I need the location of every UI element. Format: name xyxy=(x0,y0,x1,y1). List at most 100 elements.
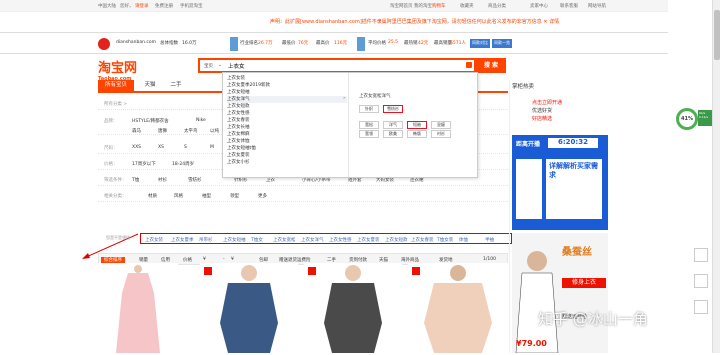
suggestion-grid-cell[interactable]: 洋气 xyxy=(383,121,403,129)
network-meter[interactable]: 41% xyxy=(676,108,698,130)
related-item[interactable]: 上衣女短袖 xyxy=(223,237,246,243)
suggestion-grid-cell[interactable]: 衬衫 xyxy=(431,130,451,138)
related-item[interactable]: 上衣女夏季 xyxy=(171,237,194,243)
suggestion-grid-cell[interactable]: 欧美 xyxy=(383,130,403,138)
filter-option[interactable]: 材质 xyxy=(148,193,157,199)
tab-tmall[interactable]: 天猫 xyxy=(140,80,160,91)
sidebar-live-ad[interactable]: 距离开播 6:20:32 详解解析买家需求 xyxy=(512,135,608,230)
camera-icon[interactable] xyxy=(466,62,472,68)
extension-site[interactable]: dianshanban.com xyxy=(116,40,156,45)
home-link[interactable]: 淘宝网首页 xyxy=(390,3,413,9)
filter-option[interactable]: 唐狮 xyxy=(158,128,167,134)
related-item[interactable]: T恤女装 xyxy=(437,237,453,243)
favorites-link[interactable]: 收藏夹 xyxy=(460,3,474,9)
list-button[interactable]: 同款一览 xyxy=(492,39,512,48)
tab-second-hand[interactable]: 二手 xyxy=(166,80,186,91)
mobile-link[interactable]: 手机逛淘宝 xyxy=(180,3,203,9)
filter-option[interactable]: 风格 xyxy=(174,193,183,199)
suggestion-item[interactable]: 上衣女短款 xyxy=(227,103,347,110)
service-link[interactable]: 联系客服 xyxy=(560,3,578,9)
scrollbar-thumb[interactable] xyxy=(714,10,720,60)
related-item[interactable]: 半袖 xyxy=(485,237,494,243)
categories-link[interactable]: 商品分类 xyxy=(488,3,506,9)
taobao-logo[interactable]: 淘宝网 Taobao.com xyxy=(98,57,137,82)
related-item[interactable]: 上衣女洋气 xyxy=(301,237,324,243)
filter-option[interactable]: XXS xyxy=(132,145,141,150)
seller-center-link[interactable]: 卖家中心 xyxy=(530,3,548,9)
tab-all[interactable]: 所有宝贝 xyxy=(98,80,134,91)
product-card[interactable] xyxy=(304,263,402,353)
feedback-icon[interactable] xyxy=(694,274,708,288)
filter-label[interactable]: 所有分类 > xyxy=(104,101,127,107)
suggestion-grid-cell[interactable]: 短袖 xyxy=(407,121,427,129)
suggestion-grid-cell[interactable]: 韩版 xyxy=(407,130,427,138)
scrollbar[interactable] xyxy=(712,0,720,353)
related-item[interactable]: 上衣女性感 xyxy=(329,237,352,243)
filter-option[interactable]: HSTYLE/韩都衣舍 xyxy=(132,118,169,124)
product-card[interactable] xyxy=(408,263,508,353)
suggestion-grid-cell[interactable]: 宽松 xyxy=(359,121,379,129)
site-nav-link[interactable]: 网站导航 xyxy=(588,3,606,9)
product-card[interactable] xyxy=(98,263,178,353)
suggestion-item[interactable]: 上衣女短袖t恤 xyxy=(227,145,347,152)
suggestion-item[interactable]: 上衣女长袖 xyxy=(227,124,347,131)
login-link[interactable]: 请登录 xyxy=(135,3,149,9)
filter-option[interactable]: 太平鸟 xyxy=(184,128,198,134)
related-item[interactable]: T恤女 xyxy=(251,237,263,243)
related-item[interactable]: 上衣女夏装 xyxy=(357,237,380,243)
extension-bar: dianshanban.com 总体指数 16.0万 行业排名 26.7万 最低… xyxy=(0,32,712,54)
suggestion-grid-cell[interactable]: 宽领 xyxy=(359,130,379,138)
register-link[interactable]: 免费注册 xyxy=(155,3,173,9)
related-item[interactable]: 上衣女宽松 xyxy=(273,237,296,243)
suggestion-item[interactable]: 上衣女体恤 xyxy=(227,138,347,145)
related-item[interactable]: 上衣女短款 xyxy=(385,237,408,243)
filter-option[interactable]: 袖型 xyxy=(202,193,211,199)
suggestion-item[interactable]: 上衣女春装 xyxy=(227,117,347,124)
suggestion-grid-cell[interactable]: 显瘦 xyxy=(431,121,451,129)
related-item[interactable]: 吊带衫 xyxy=(199,237,213,243)
suggestion-tag[interactable]: 针织 xyxy=(359,105,379,113)
filter-option[interactable]: XS xyxy=(158,145,164,150)
search-input[interactable]: 上衣女 xyxy=(228,62,245,70)
price-min-input[interactable]: ¥ xyxy=(203,257,206,262)
search-box[interactable]: 宝贝 ⌄ 上衣女 xyxy=(198,58,476,73)
grid-icon[interactable] xyxy=(694,248,708,262)
cart-link[interactable]: 购物车 xyxy=(432,3,446,9)
filter-option[interactable]: 衬衫 xyxy=(158,177,167,183)
suggestion-item[interactable]: 上衣女小衫 xyxy=(227,159,347,166)
filter-option[interactable]: 17周岁以下 xyxy=(132,161,156,167)
page-indicator: 1/100 xyxy=(483,257,496,262)
filter-option[interactable]: 更多 xyxy=(258,193,267,199)
sort-price[interactable]: 价格 xyxy=(183,257,192,263)
sidebar-ad-banner[interactable]: 点击立即开通 优选好货 好店精选 xyxy=(512,95,608,125)
sidebar-product-ad[interactable]: 桑蚕丝 修身上衣 ¥79.00 赠送运费险 xyxy=(512,233,608,353)
related-item[interactable]: 上衣女装 xyxy=(145,237,163,243)
search-button[interactable]: 搜 索 xyxy=(476,58,506,73)
product-card[interactable] xyxy=(200,263,298,353)
compare-button[interactable]: 同款对比 xyxy=(470,39,490,48)
back-to-top-icon[interactable] xyxy=(694,300,708,314)
search-category-select[interactable]: 宝贝 xyxy=(204,63,213,69)
suggestion-item[interactable]: 上衣女短袖 xyxy=(227,89,347,96)
filter-option[interactable]: 18-24周岁 xyxy=(172,161,194,167)
suggestion-item[interactable]: 上衣女棉麻 xyxy=(227,131,347,138)
filter-option[interactable]: 以纯 xyxy=(210,128,219,134)
suggestion-item[interactable]: 上衣女装 xyxy=(227,75,347,82)
price-max-input[interactable]: ¥ xyxy=(231,257,234,262)
filter-option[interactable]: 雪纺衫 xyxy=(188,177,202,183)
filter-option[interactable]: 森马 xyxy=(132,128,141,134)
filter-option[interactable]: T恤 xyxy=(132,177,139,183)
suggestion-item[interactable]: 上衣女夏季2019新款 xyxy=(227,82,347,89)
suggestion-item-selected[interactable]: 上衣女洋气 › xyxy=(227,96,347,103)
filter-option[interactable]: Nike xyxy=(196,118,206,123)
location[interactable]: 中国大陆 xyxy=(98,3,116,9)
suggestion-item[interactable]: 上衣女性感 xyxy=(227,110,347,117)
related-item[interactable]: 上衣女春装 xyxy=(411,237,434,243)
related-item[interactable]: 体恤 xyxy=(459,237,468,243)
filter-option[interactable]: S xyxy=(184,145,187,150)
suggestion-item[interactable]: 上衣女夏装 xyxy=(227,152,347,159)
filter-option[interactable]: M xyxy=(210,145,214,150)
filter-option[interactable]: 领型 xyxy=(230,193,239,199)
suggestion-tag-highlight[interactable]: 雪纺衫 xyxy=(383,105,403,113)
my-taobao-link[interactable]: 我的淘宝 xyxy=(414,3,432,9)
